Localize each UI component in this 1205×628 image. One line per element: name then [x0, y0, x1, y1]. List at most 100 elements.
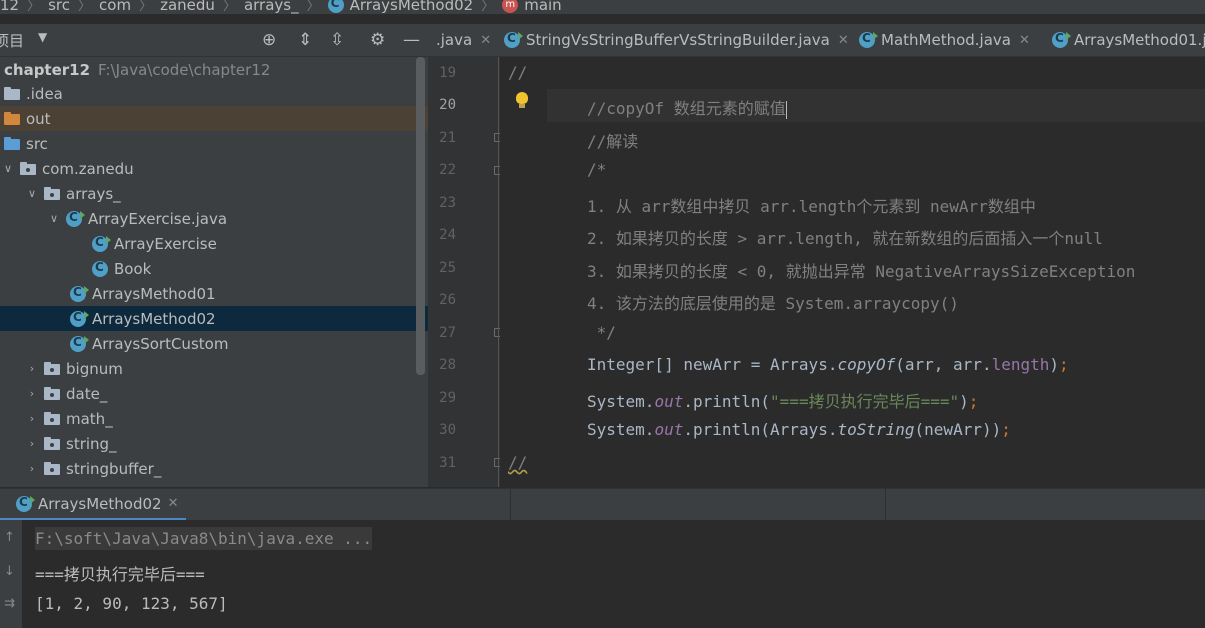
- arrow-down-icon[interactable]: ↓: [4, 564, 15, 579]
- code-token: (arr, arr.: [895, 355, 992, 374]
- code-token: ): [1049, 355, 1060, 374]
- tree-item-label: ArraysSortCustom: [92, 334, 229, 353]
- class-icon: [70, 335, 89, 352]
- arrow-up-icon[interactable]: ↑: [4, 530, 15, 545]
- code-comment: //copyOf 数组元素的赋值: [587, 99, 786, 118]
- chevron-down-icon[interactable]: ▼: [38, 30, 47, 44]
- close-icon[interactable]: ✕: [1019, 33, 1030, 48]
- code-line-28: Integer[] newArr = Arrays.copyOf(arr, ar…: [587, 355, 1069, 374]
- breadcrumb-item[interactable]: zanedu: [160, 0, 215, 14]
- breadcrumb-item[interactable]: main: [524, 0, 561, 14]
- project-panel-title[interactable]: 项目: [0, 30, 24, 51]
- line-number: 24: [439, 227, 456, 243]
- tab-label: MathMethod.java: [881, 31, 1011, 49]
- tab-mathmethod[interactable]: MathMethod.java ✕: [859, 24, 1030, 56]
- tree-item-root[interactable]: chapter12 F:\Java\code\chapter12: [0, 57, 428, 82]
- chevron-right-icon[interactable]: ›: [26, 462, 38, 475]
- console-command-line[interactable]: F:\soft\Java\Java8\bin\java.exe ...: [35, 527, 373, 550]
- chevron-down-icon[interactable]: ∨: [2, 162, 14, 175]
- crosshair-icon[interactable]: ⊕: [262, 30, 276, 50]
- line-number-gutter[interactable]: 19 20 21 22 23 24 25 26 27 28 29 30 31: [428, 57, 502, 487]
- collapse-all-icon[interactable]: ⇳: [330, 30, 344, 50]
- tab-arraysmethod01[interactable]: ArraysMethod01.j: [1052, 24, 1205, 56]
- tree-item-out[interactable]: out: [0, 106, 428, 131]
- tree-item-arraysmethod01[interactable]: ArraysMethod01: [0, 281, 428, 306]
- code-token-method: copyOf: [837, 355, 896, 374]
- run-tab-arraysmethod02[interactable]: ArraysMethod02 ✕: [0, 489, 187, 521]
- line-number: 27: [439, 325, 456, 341]
- code-editor[interactable]: // //copyOf 数组元素的赋值 //解读 /* 1. 从 arr数组中拷…: [500, 57, 1205, 487]
- tree-item-label: .idea: [26, 84, 63, 103]
- tree-item-label: out: [26, 109, 51, 128]
- tree-item-src[interactable]: src: [0, 131, 428, 156]
- breadcrumb-item[interactable]: com: [99, 0, 131, 14]
- run-console[interactable]: F:\soft\Java\Java8\bin\java.exe ... ===拷…: [22, 520, 1205, 628]
- breadcrumb-item[interactable]: src: [48, 0, 70, 14]
- tree-item-label: ArraysMethod01: [92, 284, 216, 303]
- code-token: .println(: [683, 392, 771, 411]
- expand-all-icon[interactable]: ⇕: [298, 30, 312, 50]
- run-panel-header: ArraysMethod02 ✕: [0, 488, 1205, 521]
- code-line-30: System.out.println(Arrays.toString(newAr…: [587, 420, 1011, 439]
- package-icon: [44, 187, 60, 200]
- tree-item-string[interactable]: › string_: [0, 431, 428, 456]
- breadcrumb: 12 〉 src 〉 com 〉 zanedu 〉 arrays_ 〉 ArraysMet…: [0, 0, 1205, 14]
- project-panel-header: 项目 ▼ ⊕ ⇕ ⇳ ⚙ —: [0, 24, 428, 57]
- run-toolbar: ↑ ↓ ⇉: [0, 520, 22, 628]
- line-number: 26: [439, 292, 456, 308]
- code-line-22: /*: [587, 160, 607, 179]
- tab-stringvsstringbuffer[interactable]: StringVsStringBufferVsStringBuilder.java…: [504, 24, 849, 56]
- class-icon: [70, 285, 89, 302]
- console-output-line: ===拷贝执行完毕后===: [35, 565, 205, 584]
- tree-item-date[interactable]: › date_: [0, 381, 428, 406]
- gear-icon[interactable]: ⚙: [370, 30, 385, 50]
- tree-item-com-zanedu[interactable]: ∨ com.zanedu: [0, 156, 428, 181]
- tree-item-label: src: [26, 134, 48, 153]
- tree-item-label: chapter12: [4, 60, 91, 79]
- chevron-down-icon[interactable]: ∨: [48, 212, 60, 225]
- tree-item-idea[interactable]: .idea: [0, 81, 428, 106]
- code-line-24: 2. 如果拷贝的长度 > arr.length, 就在新数组的后面插入一个nul…: [587, 229, 1103, 248]
- tree-item-bignum[interactable]: › bignum: [0, 356, 428, 381]
- chevron-right-icon[interactable]: ›: [26, 387, 38, 400]
- divider: [510, 489, 511, 521]
- tree-scrollbar[interactable]: [416, 57, 425, 375]
- chevron-right-icon[interactable]: ›: [26, 362, 38, 375]
- folder-icon: [4, 112, 20, 125]
- close-icon[interactable]: ✕: [480, 33, 491, 48]
- breadcrumb-item[interactable]: arrays_: [244, 0, 299, 14]
- chevron-right-icon[interactable]: ›: [26, 412, 38, 425]
- tree-item-arrayexercise[interactable]: ArrayExercise: [0, 231, 428, 256]
- chevron-right-icon[interactable]: ›: [26, 437, 38, 450]
- tree-item-math[interactable]: › math_: [0, 406, 428, 431]
- class-icon: [504, 31, 523, 48]
- code-token-field: length: [991, 355, 1050, 374]
- tree-item-arrayexercise-java[interactable]: ∨ ArrayExercise.java: [0, 206, 428, 231]
- tree-item-arraysmethod02[interactable]: ArraysMethod02: [0, 306, 428, 331]
- package-icon: [44, 412, 60, 425]
- breadcrumb-item[interactable]: 12: [0, 0, 19, 14]
- minimize-icon[interactable]: —: [403, 30, 420, 50]
- editor-tabs: .java ✕ StringVsStringBufferVsStringBuil…: [428, 24, 1205, 57]
- soft-wrap-icon[interactable]: ⇉: [4, 596, 15, 611]
- lightbulb-icon[interactable]: [516, 92, 528, 108]
- tree-item-stringbuffer[interactable]: › stringbuffer_: [0, 456, 428, 481]
- source-folder-icon: [4, 137, 20, 150]
- close-icon[interactable]: ✕: [168, 496, 179, 511]
- run-tab-label: ArraysMethod02: [38, 494, 162, 513]
- tree-item-arrayssortcustom[interactable]: ArraysSortCustom: [0, 331, 428, 356]
- line-number: 20: [439, 97, 456, 113]
- tree-item-label: ArrayExercise.java: [88, 209, 228, 228]
- code-token: System.: [587, 420, 655, 439]
- chevron-down-icon[interactable]: ∨: [26, 187, 38, 200]
- tab-label: StringVsStringBufferVsStringBuilder.java: [526, 31, 830, 49]
- close-icon[interactable]: ✕: [838, 33, 849, 48]
- tree-item-arrays[interactable]: ∨ arrays_: [0, 181, 428, 206]
- breadcrumb-item[interactable]: ArraysMethod02: [350, 0, 474, 14]
- line-number: 23: [439, 195, 456, 211]
- code-token-method: toString: [837, 420, 915, 439]
- tab-java[interactable]: .java ✕: [436, 24, 491, 56]
- java-class-icon: [66, 210, 85, 227]
- line-number: 28: [439, 357, 456, 373]
- tree-item-book[interactable]: Book: [0, 256, 428, 281]
